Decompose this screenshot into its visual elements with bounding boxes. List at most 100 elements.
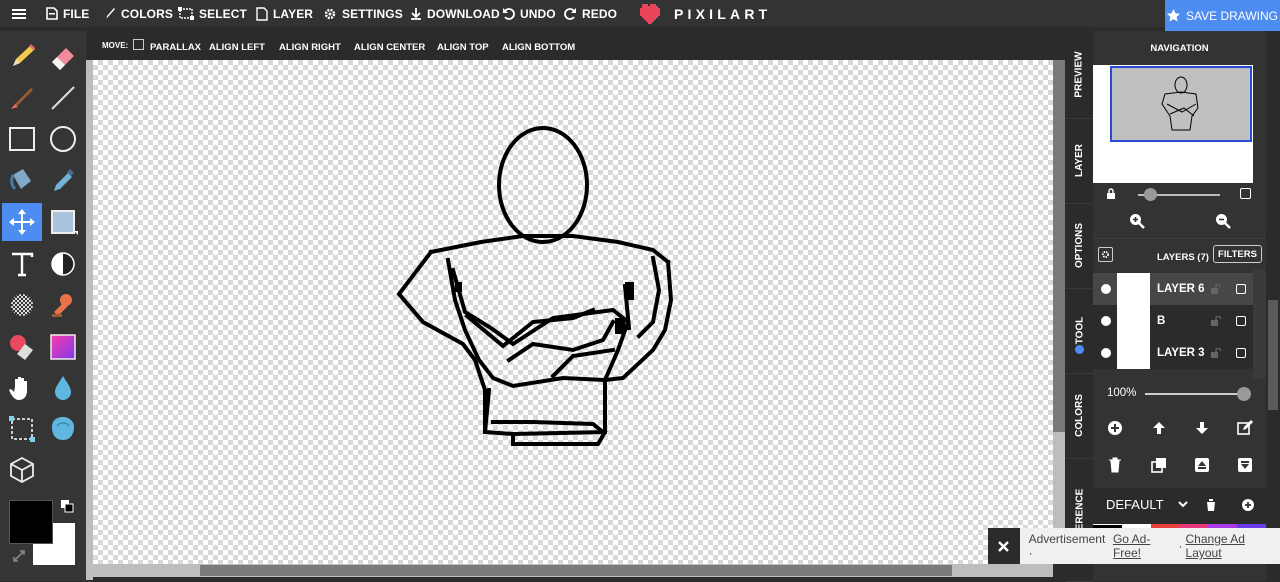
delete-layer-icon[interactable] <box>1108 457 1122 473</box>
align-right-button[interactable]: ALIGN RIGHT <box>279 42 341 53</box>
tab-tool[interactable]: TOOL <box>1066 288 1093 374</box>
layers-scrollbar[interactable] <box>1253 270 1266 378</box>
close-ad-button[interactable] <box>988 528 1020 564</box>
dither-tool[interactable] <box>2 286 42 324</box>
zoom-slider-thumb[interactable] <box>1144 188 1157 201</box>
align-bottom-button[interactable]: ALIGN BOTTOM <box>502 42 575 53</box>
layer-row[interactable]: LAYER 3 <box>1093 337 1253 369</box>
color-replace-tool[interactable] <box>2 328 42 366</box>
navigation-checkbox[interactable] <box>1240 188 1251 199</box>
layer-select-checkbox[interactable] <box>1236 316 1246 326</box>
pencil-tool[interactable] <box>2 38 42 76</box>
save-drawing-button[interactable]: SAVE DRAWING <box>1165 0 1280 31</box>
undo-button[interactable]: UNDO <box>502 0 556 27</box>
settings-menu[interactable]: SETTINGS <box>323 0 403 27</box>
3d-tool[interactable] <box>2 451 42 489</box>
line-icon <box>51 86 75 110</box>
layer-menu[interactable]: LAYER <box>256 0 313 27</box>
zoom-out-icon[interactable] <box>1215 213 1231 229</box>
layer-select-checkbox[interactable] <box>1236 348 1246 358</box>
add-palette-icon[interactable] <box>1241 498 1255 512</box>
select-area-tool[interactable] <box>2 410 42 448</box>
navigation-viewport[interactable] <box>1110 66 1252 142</box>
gradient-tool[interactable] <box>43 328 83 366</box>
change-ad-layout-link[interactable]: Change Ad Layout <box>1186 532 1280 560</box>
shape-fill-tool[interactable] <box>43 203 83 241</box>
tab-layer[interactable]: LAYER <box>1066 118 1093 204</box>
panel-scrollbar-track[interactable] <box>1266 31 1280 531</box>
eraser-tool[interactable] <box>43 38 83 76</box>
opacity-slider-track[interactable] <box>1145 393 1243 395</box>
drawing-canvas[interactable] <box>93 60 1053 564</box>
vertical-scroll-thumb[interactable] <box>1053 60 1065 432</box>
hamburger-menu-button[interactable] <box>12 0 31 27</box>
panel-scrollbar-thumb[interactable] <box>1268 300 1278 410</box>
move-arrows-icon <box>9 209 35 235</box>
zoom-in-icon[interactable] <box>1129 213 1145 229</box>
blur-tool[interactable] <box>43 369 83 407</box>
move-layer-down-icon[interactable] <box>1194 420 1210 436</box>
parallax-label[interactable]: PARALLAX <box>150 42 201 53</box>
color-picker-tool[interactable] <box>43 161 83 199</box>
filters-button[interactable]: FILTERS <box>1213 245 1262 263</box>
bucket-tool[interactable] <box>2 161 42 199</box>
layer-settings-button[interactable] <box>1098 247 1113 262</box>
unlock-icon[interactable] <box>1211 316 1222 326</box>
brush-icon <box>104 8 115 19</box>
swap-colors-icon[interactable] <box>60 499 74 513</box>
circle-tool[interactable] <box>43 120 83 158</box>
pan-tool[interactable] <box>2 369 42 407</box>
cube-icon <box>10 456 34 484</box>
delete-palette-icon[interactable] <box>1205 498 1217 512</box>
shape-select-icon <box>52 417 74 440</box>
add-layer-icon[interactable] <box>1107 420 1123 436</box>
layer-file-icon <box>256 6 268 21</box>
tab-colors[interactable]: COLORS <box>1066 373 1093 459</box>
merge-up-icon[interactable] <box>1194 457 1210 473</box>
text-icon <box>12 252 34 277</box>
stamp-tool[interactable] <box>43 286 83 324</box>
tab-preview[interactable]: PREVIEW <box>1066 31 1093 119</box>
merge-down-icon[interactable] <box>1237 457 1253 473</box>
palette-name[interactable]: DEFAULT <box>1106 497 1164 512</box>
magic-wand-tool[interactable] <box>43 410 83 448</box>
align-center-button[interactable]: ALIGN CENTER <box>354 42 425 53</box>
pixilart-logo[interactable]: PIXILART <box>636 0 771 27</box>
download-menu[interactable]: DOWNLOAD <box>410 0 500 27</box>
edit-layer-icon[interactable] <box>1237 420 1253 436</box>
move-tool[interactable] <box>2 203 42 241</box>
duplicate-layer-icon[interactable] <box>1151 457 1167 473</box>
redo-label: REDO <box>582 6 618 21</box>
layer-visibility-toggle[interactable] <box>1101 348 1111 358</box>
align-top-button[interactable]: ALIGN TOP <box>437 42 489 53</box>
redo-button[interactable]: REDO <box>564 0 617 27</box>
lighten-darken-tool[interactable] <box>43 245 83 283</box>
dodge-burn-icon <box>51 252 75 276</box>
navigation-preview-area[interactable] <box>1093 65 1253 183</box>
secondary-color-swatch[interactable] <box>9 500 53 544</box>
select-menu[interactable]: SELECT <box>178 0 247 27</box>
expand-arrows-icon[interactable] <box>12 549 26 563</box>
layer-row[interactable]: LAYER 6 <box>1093 273 1253 305</box>
lock-icon[interactable] <box>1106 188 1116 200</box>
layer-visibility-toggle[interactable] <box>1101 316 1111 326</box>
line-tool[interactable] <box>43 79 83 117</box>
move-layer-up-icon[interactable] <box>1151 420 1167 436</box>
go-ad-free-link[interactable]: Go Ad-Free! <box>1113 532 1176 560</box>
text-tool[interactable] <box>2 245 42 283</box>
chevron-down-icon[interactable] <box>1178 501 1188 509</box>
align-left-button[interactable]: ALIGN LEFT <box>209 42 265 53</box>
unlock-icon[interactable] <box>1211 348 1222 358</box>
file-menu[interactable]: FILE <box>46 0 89 27</box>
colors-menu[interactable]: COLORS <box>102 0 173 27</box>
layer-visibility-toggle[interactable] <box>1101 284 1111 294</box>
rectangle-tool[interactable] <box>2 120 42 158</box>
layer-row[interactable]: B <box>1093 305 1253 337</box>
layer-select-checkbox[interactable] <box>1236 284 1246 294</box>
paint-brush-tool[interactable] <box>2 79 42 117</box>
parallax-checkbox[interactable] <box>133 39 144 50</box>
unlock-icon[interactable] <box>1211 284 1222 294</box>
tab-options[interactable]: OPTIONS <box>1066 203 1093 289</box>
horizontal-scroll-thumb[interactable] <box>200 565 952 576</box>
opacity-slider-thumb[interactable] <box>1237 387 1251 401</box>
